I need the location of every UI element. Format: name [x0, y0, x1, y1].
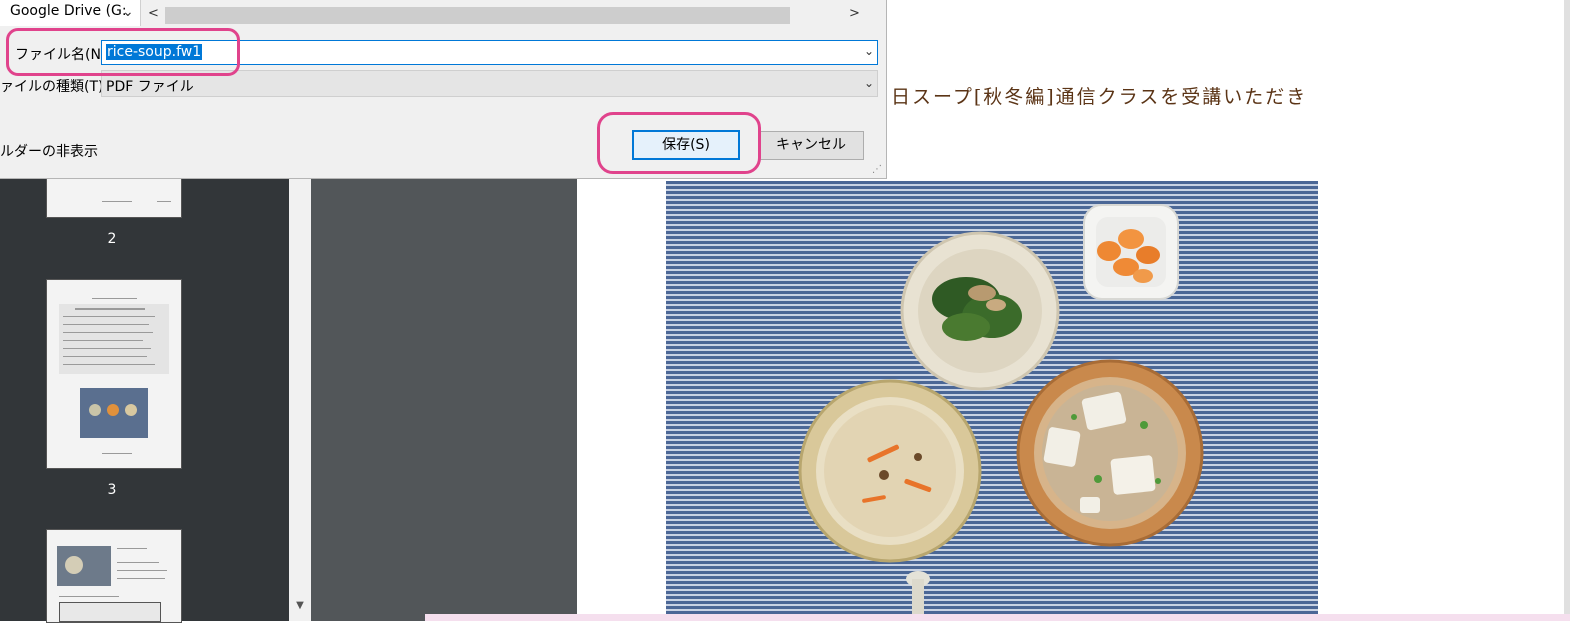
- bottom-strip: [425, 614, 1570, 621]
- resize-grip-icon[interactable]: ⋰: [872, 164, 882, 175]
- file-type-value: PDF ファイル: [106, 79, 194, 95]
- chevron-down-icon[interactable]: ⌄: [122, 4, 134, 20]
- chevron-left-icon[interactable]: <: [148, 6, 159, 21]
- page-number-2: 2: [107, 231, 117, 247]
- document-heading: 日スープ[秋冬編]通信クラスを受講いただき: [891, 86, 1308, 108]
- chevron-right-icon[interactable]: >: [849, 6, 860, 21]
- annotation-highlight-save: [597, 112, 761, 174]
- scroll-down-icon[interactable]: ▼: [289, 596, 311, 616]
- page-thumbnail-4[interactable]: [46, 529, 182, 623]
- path-label: Google Drive (G:: [10, 3, 127, 19]
- food-photo-drawing: [798, 204, 1204, 616]
- annotation-highlight-file-name: [6, 28, 240, 76]
- chevron-down-icon[interactable]: ⌄: [864, 44, 874, 58]
- page-number-3: 3: [107, 482, 117, 498]
- chevron-down-icon[interactable]: ⌄: [864, 76, 874, 90]
- cancel-button[interactable]: キャンセル: [758, 131, 864, 160]
- document-scrollbar[interactable]: [1564, 0, 1570, 621]
- page-thumbnail-3[interactable]: [46, 279, 182, 469]
- file-type-label: ァイルの種類(T):: [0, 79, 109, 95]
- horizontal-scroll-thumb[interactable]: [165, 7, 790, 24]
- hide-folders-toggle[interactable]: ルダーの非表示: [0, 141, 98, 161]
- food-photo: [666, 181, 1318, 616]
